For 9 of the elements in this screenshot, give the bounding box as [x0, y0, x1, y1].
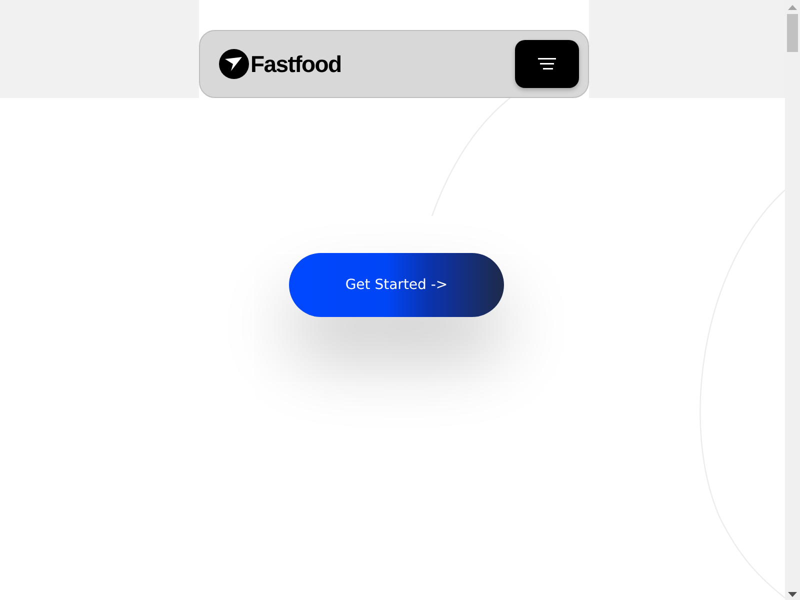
scrollbar[interactable] — [785, 0, 800, 600]
brand-name: Fastfood — [250, 50, 342, 78]
scroll-thumb[interactable] — [787, 14, 798, 52]
scroll-up-icon — [788, 5, 797, 10]
get-started-button[interactable]: Get Started -> — [289, 253, 504, 317]
menu-icon — [538, 57, 556, 71]
scroll-down-icon — [788, 592, 797, 597]
logo-icon — [218, 49, 248, 79]
menu-button[interactable] — [514, 40, 578, 88]
